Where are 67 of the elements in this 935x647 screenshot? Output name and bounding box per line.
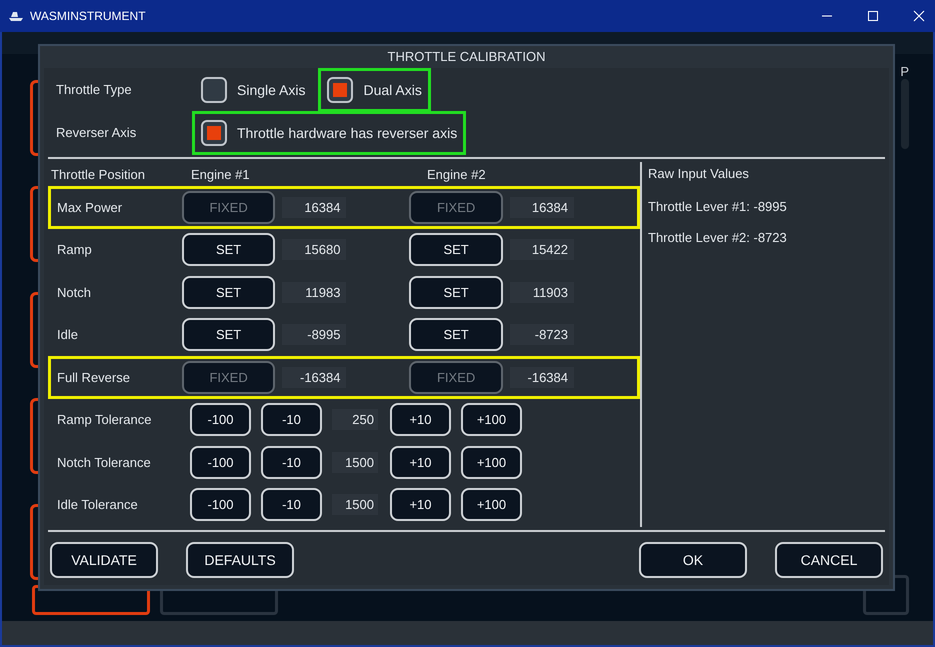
- raw-value: Throttle Lever #2: -8723: [648, 230, 788, 245]
- step-button[interactable]: -10: [261, 403, 322, 436]
- set-button[interactable]: SET: [409, 318, 503, 352]
- panel-label: P: [900, 64, 909, 79]
- option-label: Throttle hardware has reverser axis: [237, 124, 458, 140]
- value-field: 15680: [282, 239, 346, 260]
- step-button[interactable]: -100: [190, 446, 251, 479]
- fixed-button[interactable]: FIXED: [409, 360, 503, 394]
- row-label: Max Power: [56, 200, 124, 215]
- field-label: Reverser Axis: [55, 125, 138, 140]
- value-field: 1500: [332, 494, 378, 516]
- close-icon[interactable]: [913, 10, 925, 22]
- value-field: 11983: [282, 282, 346, 303]
- fixed-button[interactable]: FIXED: [182, 190, 276, 224]
- row-label: Ramp Tolerance: [56, 412, 152, 428]
- value-field: -8723: [510, 324, 574, 346]
- value-field: 15422: [510, 239, 574, 260]
- dialog-title: THROTTLE CALIBRATION: [386, 48, 546, 66]
- section-title: Raw Input Values: [648, 166, 750, 181]
- row-label: Ramp: [56, 242, 93, 258]
- window-title: WASMINSTRUMENT: [30, 9, 146, 23]
- action-button[interactable]: VALIDATE: [50, 542, 158, 578]
- column-header: Engine #1: [191, 166, 251, 182]
- row-label: Idle: [56, 327, 79, 342]
- set-button[interactable]: SET: [182, 233, 276, 266]
- value-field: -8995: [282, 324, 346, 346]
- step-button[interactable]: -10: [261, 446, 322, 479]
- value-field: 1500: [332, 452, 378, 473]
- set-button[interactable]: SET: [182, 276, 276, 309]
- value-field: -16384: [510, 366, 574, 388]
- set-button[interactable]: SET: [182, 318, 276, 352]
- step-button[interactable]: -10: [261, 488, 322, 522]
- column-header: Engine #2: [427, 166, 486, 182]
- row-label: Notch Tolerance: [56, 454, 152, 470]
- option-label: Single Axis: [237, 82, 306, 98]
- step-button[interactable]: +100: [461, 403, 522, 436]
- fixed-button[interactable]: FIXED: [409, 190, 503, 224]
- checkbox[interactable]: [201, 76, 227, 102]
- value-field: 16384: [510, 196, 574, 218]
- set-button[interactable]: SET: [409, 233, 503, 266]
- step-button[interactable]: -100: [190, 488, 251, 522]
- value-field: 11903: [510, 282, 574, 303]
- column-header: Throttle Position: [51, 166, 146, 182]
- maximize-icon[interactable]: [867, 10, 879, 22]
- step-button[interactable]: +100: [461, 488, 522, 522]
- action-button[interactable]: DEFAULTS: [186, 542, 294, 578]
- value-field: 16384: [282, 196, 346, 218]
- step-button[interactable]: +100: [461, 446, 522, 479]
- action-button[interactable]: CANCEL: [775, 542, 883, 578]
- set-button[interactable]: SET: [409, 276, 503, 309]
- option-label: Dual Axis: [363, 82, 422, 98]
- app-icon: [8, 10, 24, 22]
- value-field: -16384: [282, 366, 346, 388]
- step-button[interactable]: +10: [390, 446, 451, 479]
- raw-value: Throttle Lever #1: -8995: [648, 199, 788, 214]
- checkbox[interactable]: [327, 76, 354, 102]
- row-label: Full Reverse: [56, 370, 131, 385]
- fixed-button[interactable]: FIXED: [182, 360, 276, 394]
- field-label: Throttle Type: [55, 82, 133, 97]
- step-button[interactable]: +10: [390, 403, 451, 436]
- row-label: Idle Tolerance: [56, 497, 139, 512]
- checkbox[interactable]: [201, 120, 227, 146]
- step-button[interactable]: -100: [190, 403, 251, 436]
- row-label: Notch: [56, 284, 92, 300]
- value-field: 250: [332, 409, 378, 430]
- action-button[interactable]: OK: [639, 542, 747, 578]
- step-button[interactable]: +10: [390, 488, 451, 522]
